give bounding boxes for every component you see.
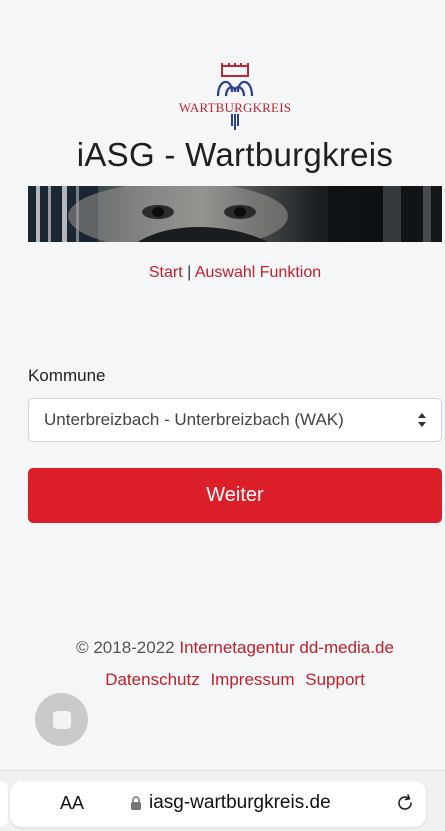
nav-link-start[interactable]: Start (149, 264, 183, 281)
previous-tab-edge[interactable] (0, 781, 8, 827)
castle-emblem-icon (216, 63, 254, 130)
footer-link-impressum[interactable]: Impressum (210, 670, 294, 689)
browser-address-bar: AA iasg-wartburgkreis.de (0, 770, 445, 831)
footer-links: Datenschutz Impressum Support (0, 670, 445, 690)
kommune-label: Kommune (28, 366, 106, 385)
breadcrumb: Start | Auswahl Funktion (0, 264, 445, 282)
weiter-button[interactable]: Weiter (28, 468, 442, 523)
chat-widget-button[interactable] (35, 693, 88, 746)
text-size-button[interactable]: AA (60, 793, 84, 814)
header-banner-image (28, 186, 442, 242)
url-field[interactable]: AA iasg-wartburgkreis.de (10, 781, 426, 827)
page: WARTBURGKREIS iASG - Wartburgkreis Start… (0, 0, 445, 831)
page-title: iASG - Wartburgkreis (76, 136, 394, 173)
nav-separator: | (182, 264, 195, 281)
footer-link-support[interactable]: Support (305, 670, 365, 689)
kommune-selected-value: Unterbreizbach - Unterbreizbach (WAK) (44, 410, 344, 429)
kommune-select[interactable]: Unterbreizbach - Unterbreizbach (WAK) (28, 398, 442, 442)
footer-copyright: © 2018-2022 Internetagentur dd-media.de (0, 638, 445, 658)
logo-text: WARTBURGKREIS (178, 100, 292, 115)
nav-link-auswahl-funktion[interactable]: Auswahl Funktion (195, 264, 321, 281)
lock-icon (131, 796, 141, 810)
updown-chevron-icon (418, 413, 426, 427)
agency-link[interactable]: Internetagentur dd-media.de (179, 638, 394, 657)
url-text: iasg-wartburgkreis.de (149, 792, 331, 813)
reload-icon[interactable] (394, 792, 416, 814)
footer-link-datenschutz[interactable]: Datenschutz (105, 670, 200, 689)
wartburgkreis-logo: WARTBURGKREIS (160, 62, 310, 132)
copyright-text: © 2018-2022 (76, 638, 180, 657)
chat-icon (52, 710, 71, 729)
